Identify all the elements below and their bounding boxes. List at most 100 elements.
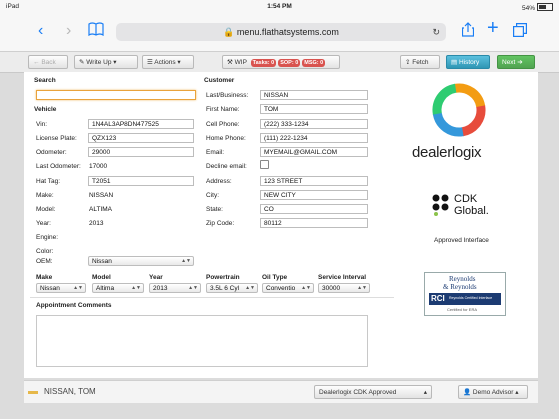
write-up-button[interactable]: ✎ Write Up ▾ — [74, 55, 138, 69]
make-select[interactable]: Nissan ▲▼ — [36, 283, 86, 293]
reynolds-logo: Reynolds & Reynolds RCI Reynolds Certifi… — [424, 272, 506, 316]
state-label: State: — [206, 206, 223, 213]
advisor-label: Demo Advisor — [472, 389, 514, 396]
integration-status-select[interactable]: Dealerlogix CDK Approved ▴ — [314, 385, 432, 399]
city-field[interactable]: NEW CITY — [260, 190, 368, 200]
model-label: Model: — [36, 206, 56, 213]
city-label: City: — [206, 192, 219, 199]
select-arrow-icon: ▲▼ — [73, 285, 83, 291]
vin-field[interactable]: 1N4AL3AP8DN477525 — [88, 119, 194, 129]
email-field[interactable]: MYEMAIL@GMAIL.COM — [260, 147, 368, 157]
make-value: NISSAN — [89, 192, 114, 199]
year-label: Year: — [36, 220, 51, 227]
url-text: menu.flathatsystems.com — [236, 27, 339, 37]
tabs-icon[interactable] — [513, 23, 527, 43]
share-icon[interactable] — [461, 22, 475, 43]
oil-type-select[interactable]: Conventio ▲▼ — [262, 283, 314, 293]
search-input[interactable] — [36, 90, 196, 100]
rr-rci: RCI — [431, 294, 445, 303]
plate-field[interactable]: QZX123 — [88, 133, 194, 143]
hat-tag-label: Hat Tag: — [36, 178, 61, 185]
fetch-button[interactable]: ⇪ Fetch — [400, 55, 440, 69]
decline-email-checkbox[interactable] — [260, 160, 269, 169]
history-button[interactable]: ▤ History — [446, 55, 490, 69]
fetch-icon: ⇪ — [405, 59, 411, 66]
customer-name: NISSAN, TOM — [44, 387, 96, 396]
odometer-field[interactable]: 29000 — [88, 147, 194, 157]
advisor-button[interactable]: 👤 Demo Advisor ▴ — [458, 385, 528, 399]
integration-status-value: Dealerlogix CDK Approved — [319, 389, 397, 396]
model-select[interactable]: Altima ▲▼ — [92, 283, 144, 293]
reload-icon[interactable]: ↻ — [432, 23, 440, 41]
msg-badge: MSG: 0 — [302, 59, 326, 67]
user-icon: 👤 — [463, 389, 472, 396]
hat-tag-field[interactable]: T2051 — [88, 176, 194, 186]
year-select-value: 2013 — [153, 285, 168, 292]
address-field[interactable]: 123 STREET — [260, 176, 368, 186]
oil-type-select-value: Conventio — [266, 285, 296, 292]
wip-button[interactable]: ⚒ WIP Tasks: 0 SOP: 0 MSG: 0 — [222, 55, 340, 69]
first-name-field[interactable]: TOM — [260, 104, 368, 114]
dealerlogix-wordmark: dealerlogix — [412, 144, 482, 161]
year-value: 2013 — [89, 220, 104, 227]
new-tab-icon[interactable]: + — [487, 18, 499, 38]
forward-chevron-icon[interactable]: › — [66, 21, 71, 41]
state-field[interactable]: CO — [260, 204, 368, 214]
first-name-label: First Name: — [206, 106, 240, 113]
comments-label: Appointment Comments — [36, 302, 112, 309]
cdk-line2: Global. — [454, 205, 489, 217]
divider — [30, 297, 394, 298]
rr-band: RCI Reynolds Certified Interface — [429, 293, 501, 305]
address-label: Address: — [206, 178, 232, 185]
cdk-dots-icon — [432, 194, 449, 216]
last-business-field[interactable]: NISSAN — [260, 90, 368, 100]
battery-icon — [537, 3, 553, 11]
next-label: Next — [502, 59, 516, 66]
vehicle-heading: Vehicle — [34, 106, 57, 113]
list-icon: ☰ — [147, 59, 153, 66]
last-odometer-value: 17000 — [89, 163, 108, 170]
back-button-label: Back — [41, 59, 56, 66]
rr-line1: Reynolds — [449, 275, 476, 283]
color-label: Color: — [36, 248, 54, 255]
powertrain-select-label: Powertrain — [206, 274, 240, 281]
home-phone-label: Home Phone: — [206, 135, 246, 142]
wip-label: WIP — [234, 59, 247, 66]
caret-down-icon: ▾ — [113, 59, 117, 66]
browser-navbar: ‹ › 🔒 menu.flathatsystems.com ↻ + — [0, 14, 559, 52]
dealerlogix-swirl-icon — [432, 83, 486, 137]
zip-label: Zip Code: — [206, 220, 235, 227]
rr-cert: Certified for ERA — [447, 307, 478, 312]
clock: 1:54 PM — [267, 3, 292, 10]
status-bar: iPad 1:54 PM 54% — [0, 0, 559, 14]
comments-textarea[interactable] — [36, 315, 368, 367]
rr-sub: Reynolds Certified Interface — [449, 296, 493, 300]
history-label: History — [458, 59, 480, 66]
next-button[interactable]: Next ➔ — [497, 55, 535, 69]
caret-up-icon: ▴ — [423, 389, 427, 396]
service-interval-select[interactable]: 30000 ▲▼ — [318, 283, 370, 293]
powertrain-select[interactable]: 3.5L 6 Cyl ▲▼ — [206, 283, 258, 293]
home-phone-field[interactable]: (111) 222-1234 — [260, 133, 368, 143]
fetch-label: Fetch — [412, 59, 429, 66]
engine-label: Engine: — [36, 234, 59, 241]
pencil-icon: ✎ — [79, 59, 85, 66]
select-arrow-icon: ▲▼ — [188, 285, 198, 291]
bookmarks-icon[interactable] — [88, 22, 104, 42]
cdk-logo — [432, 194, 450, 216]
cell-phone-field[interactable]: (222) 333-1234 — [260, 119, 368, 129]
oil-select-label: Oil Type — [262, 274, 288, 281]
back-chevron-icon[interactable]: ‹ — [38, 21, 43, 41]
tasks-badge: Tasks: 0 — [250, 59, 277, 67]
sop-badge: SOP: 0 — [278, 59, 301, 67]
year-select[interactable]: 2013 ▲▼ — [149, 283, 201, 293]
wrench-icon: ⚒ — [227, 59, 233, 66]
select-arrow-icon: ▲▼ — [301, 285, 311, 291]
back-button[interactable]: ← Back — [28, 55, 68, 69]
url-bar[interactable]: 🔒 menu.flathatsystems.com ↻ — [116, 23, 446, 41]
main-panel: Search Vehicle Vin: 1N4AL3AP8DN477525 Li… — [24, 72, 538, 378]
actions-button[interactable]: ☰ Actions ▾ — [142, 55, 194, 69]
oem-select[interactable]: Nissan ▲▼ — [88, 256, 194, 266]
make-label: Make: — [36, 192, 54, 199]
zip-field[interactable]: 80112 — [260, 218, 368, 228]
